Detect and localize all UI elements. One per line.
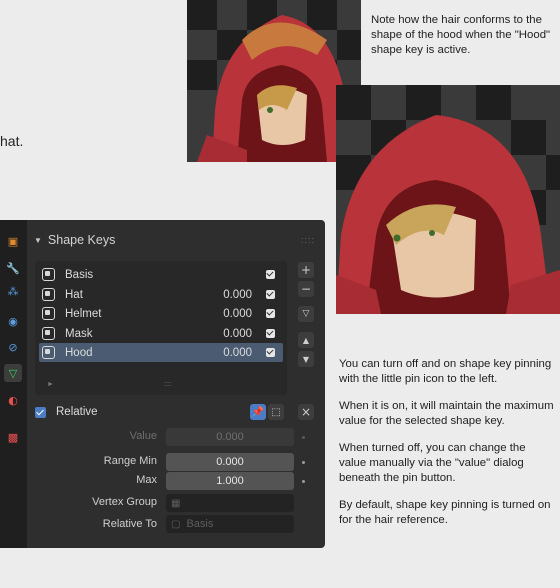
shape-key-icon <box>42 346 55 359</box>
relative-checkbox[interactable] <box>35 406 46 418</box>
shape-key-list: Basis Hat 0.000 Helmet 0.000 Mask 0.000 … <box>35 261 287 395</box>
list-footer: ► :::: <box>40 381 280 393</box>
shape-key-name: Helmet <box>65 307 102 320</box>
shape-key-value[interactable]: 0.000 <box>192 347 252 359</box>
shape-key-mute-checkbox[interactable] <box>266 290 275 299</box>
shape-key-value[interactable]: 0.000 <box>192 308 252 320</box>
tab-mesh-data-icon[interactable]: ▽ <box>4 364 22 382</box>
relative-to-value: Basis <box>186 518 214 530</box>
panel-title: Shape Keys <box>47 233 116 247</box>
shape-key-value[interactable]: 0.000 <box>192 328 252 340</box>
shape-key-name: Hood <box>65 346 93 359</box>
note-top: Note how the hair conforms to the shape … <box>371 14 551 56</box>
collapse-triangle-icon[interactable]: ▼ <box>34 236 42 245</box>
tab-material-icon[interactable]: ◐ <box>4 391 22 409</box>
shape-key-name: Hat <box>65 288 83 301</box>
shape-key-value[interactable]: 0.000 <box>192 289 252 301</box>
edit-mode-toggle-button[interactable]: ⬚ <box>268 404 284 420</box>
specials-menu-button[interactable]: ▽ <box>298 306 314 322</box>
relative-to-field[interactable]: ▢ Basis <box>166 515 294 533</box>
vertex-group-icon: ▦ <box>171 497 181 509</box>
max-label: Max <box>136 474 157 486</box>
keyframe-dot-icon[interactable] <box>302 480 305 483</box>
shape-key-icon: ▢ <box>171 518 181 530</box>
tab-physics-icon[interactable]: ◉ <box>4 312 22 330</box>
shape-key-name: Basis <box>65 268 94 281</box>
vertex-group-field[interactable]: ▦ <box>166 494 294 512</box>
tab-constraints-icon[interactable]: ⊘ <box>4 338 22 356</box>
list-item-selected[interactable]: Hood 0.000 <box>39 343 283 362</box>
max-field[interactable]: 1.000 <box>166 472 294 490</box>
shape-key-icon <box>42 288 55 301</box>
shape-key-icon <box>42 327 55 340</box>
note-pin-on: When it is on, it will maintain the maxi… <box>339 400 554 427</box>
render-image-top <box>187 0 361 162</box>
tab-modifier-wrench-icon[interactable]: 🔧 <box>4 259 22 277</box>
shape-key-mute-checkbox[interactable] <box>266 270 275 279</box>
tab-texture-icon[interactable]: ▩ <box>4 428 22 446</box>
keyframe-dot-icon[interactable] <box>302 461 305 464</box>
clear-weights-button[interactable]: × <box>298 404 314 420</box>
shape-key-name: Mask <box>65 327 93 340</box>
note-pin-toggle: You can turn off and on shape key pinnin… <box>339 358 552 385</box>
tab-particles-icon[interactable]: ⁂ <box>4 282 22 300</box>
value-label: Value <box>129 430 157 442</box>
notes-block: You can turn off and on shape key pinnin… <box>339 357 554 540</box>
shape-key-mute-checkbox[interactable] <box>266 329 275 338</box>
list-item[interactable]: Hat 0.000 <box>39 285 283 304</box>
range-min-field[interactable]: 0.000 <box>166 453 294 471</box>
drag-grip-icon[interactable]: :::: <box>301 235 315 245</box>
remove-shape-key-button[interactable]: − <box>298 281 314 297</box>
tab-object-icon[interactable]: ▣ <box>4 232 22 250</box>
move-up-button[interactable]: ▲ <box>298 332 314 348</box>
keyframe-dot-icon[interactable] <box>302 436 305 439</box>
note-pin-off: When turned off, you can change the valu… <box>339 442 526 484</box>
add-shape-key-button[interactable]: + <box>298 262 314 278</box>
vertex-group-label: Vertex Group <box>92 496 157 508</box>
properties-tab-bar: ▣ 🔧 ⁂ ◉ ⊘ ▽ ◐ ▩ <box>0 220 27 548</box>
shape-key-mute-checkbox[interactable] <box>266 309 275 318</box>
shape-key-mute-checkbox[interactable] <box>266 348 275 357</box>
range-min-label: Range Min <box>103 455 157 467</box>
list-item[interactable]: Helmet 0.000 <box>39 304 283 323</box>
list-item[interactable]: Basis <box>39 265 283 284</box>
shape-key-icon <box>42 307 55 320</box>
expand-list-triangle-icon[interactable]: ► <box>47 381 54 388</box>
list-item[interactable]: Mask 0.000 <box>39 324 283 343</box>
relative-label: Relative <box>56 406 98 418</box>
render-image-right <box>336 85 560 314</box>
intro-text-fragment: hat. <box>0 133 24 149</box>
relative-to-label: Relative To <box>102 518 157 530</box>
shape-key-icon <box>42 268 55 281</box>
value-field[interactable]: 0.000 <box>166 428 294 446</box>
note-pin-default: By default, shape key pinning is turned … <box>339 499 551 526</box>
shape-keys-header[interactable]: ▼ Shape Keys :::: <box>27 225 325 255</box>
shape-key-pin-button[interactable]: 📌 <box>250 404 266 420</box>
list-resize-grip[interactable]: :::: <box>164 381 172 388</box>
move-down-button[interactable]: ▼ <box>298 351 314 367</box>
